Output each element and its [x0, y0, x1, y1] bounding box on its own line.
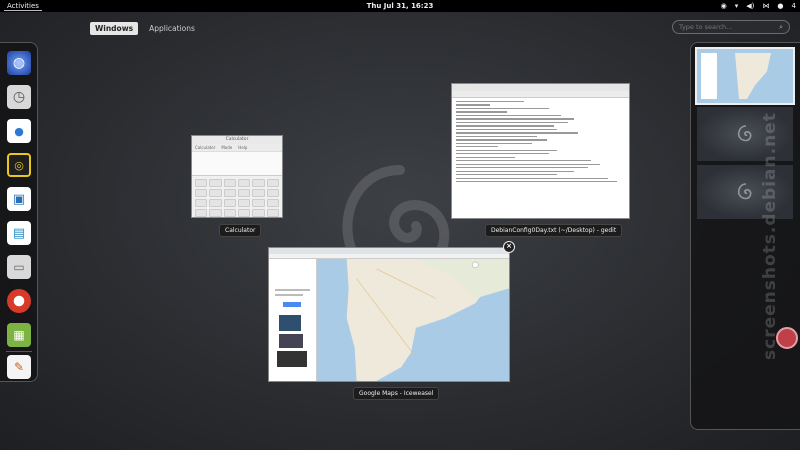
calc-key: [209, 209, 222, 217]
calc-key: [266, 189, 279, 197]
maps-sidebar: [269, 259, 317, 381]
mail-clock-icon[interactable]: ◷: [7, 85, 31, 109]
calculator-menu-mode: Mode: [221, 145, 233, 150]
calculator-icon[interactable]: ▦: [7, 323, 31, 347]
calc-key: [209, 189, 222, 197]
calc-key: [237, 189, 251, 197]
browser-icon[interactable]: ◍: [7, 51, 31, 75]
document-icon[interactable]: ▤: [7, 221, 31, 245]
help-icon[interactable]: [7, 289, 31, 313]
clock[interactable]: Thu Jul 31, 16:23: [0, 1, 800, 11]
debian-swirl-icon: [737, 183, 752, 200]
gedit-text-content: [452, 98, 629, 188]
notification-count[interactable]: 4: [792, 1, 796, 11]
calculator-window-label[interactable]: Calculator: [219, 224, 262, 237]
calc-key: [237, 179, 251, 187]
calc-key: [195, 179, 208, 187]
dash-separator: [6, 351, 32, 352]
gedit-window-thumbnail[interactable]: [451, 83, 630, 219]
calc-key: [223, 179, 236, 187]
calculator-menu-calculator: Calculator: [195, 145, 216, 150]
chat-icon[interactable]: ●: [7, 119, 31, 143]
calculator-keypad: [192, 176, 282, 217]
calc-key: [252, 199, 265, 207]
calc-key: [252, 189, 265, 197]
gedit-window-label[interactable]: DebianConfig0Day.txt (~/Desktop) - gedit: [485, 224, 623, 237]
calc-key: [209, 199, 222, 207]
calc-key: [223, 199, 236, 207]
files-icon[interactable]: ▭: [7, 255, 31, 279]
calc-key: [195, 209, 208, 217]
keyboard-icon[interactable]: ▾: [735, 1, 739, 11]
search-input[interactable]: [679, 23, 774, 31]
view-selector: Windows Applications: [90, 22, 200, 35]
calc-key: [209, 179, 222, 187]
south-america-map: [346, 259, 509, 381]
calc-key: [266, 199, 279, 207]
text-editor-icon[interactable]: ✎: [7, 355, 31, 379]
calc-key: [195, 199, 208, 207]
search-icon: ⌕: [779, 22, 783, 31]
maps-window-label[interactable]: Google Maps - Iceweasel: [353, 387, 440, 400]
top-bar: Activities Thu Jul 31, 16:23 ◉ ▾ ◀) ⋈ ● …: [0, 0, 800, 12]
workspace-1[interactable]: [695, 47, 795, 105]
windows-tab[interactable]: Windows: [90, 22, 139, 35]
calc-key: [266, 179, 279, 187]
calculator-window-thumbnail[interactable]: Calculator Calculator Mode Help: [191, 135, 283, 218]
dash: ◍ ◷ ● ◎ ▣ ▤ ▭ ▦ ✎: [0, 42, 38, 382]
calculator-menu-help: Help: [238, 145, 248, 150]
gedit-toolbar: [452, 91, 629, 98]
close-window-icon[interactable]: ×: [503, 241, 515, 253]
debian-swirl-icon: [737, 125, 752, 142]
calc-key: [195, 189, 208, 197]
gedit-titlebar: [452, 84, 629, 91]
network-icon[interactable]: ⋈: [762, 1, 769, 11]
user-icon[interactable]: ●: [777, 1, 783, 11]
calc-key: [223, 209, 236, 217]
calculator-title: Calculator: [192, 136, 282, 144]
system-tray: ◉ ▾ ◀) ⋈ ● 4: [721, 1, 796, 11]
calc-key: [237, 209, 251, 217]
calc-key: [252, 179, 265, 187]
calculator-menubar: Calculator Mode Help: [192, 144, 282, 152]
maps-window-thumbnail[interactable]: [268, 247, 510, 382]
calculator-display: [192, 152, 282, 176]
accessibility-icon[interactable]: ◉: [721, 1, 727, 11]
calc-key: [252, 209, 265, 217]
calc-key: [237, 199, 251, 207]
maps-map-area[interactable]: [317, 259, 509, 381]
volume-icon[interactable]: ◀): [746, 1, 754, 11]
calc-key: [223, 189, 236, 197]
applications-tab[interactable]: Applications: [144, 22, 200, 35]
search-box[interactable]: ⌕: [672, 20, 790, 34]
music-icon[interactable]: ◎: [7, 153, 31, 177]
photos-icon[interactable]: ▣: [7, 187, 31, 211]
watermark-logo: [776, 327, 798, 349]
calc-key: [266, 209, 279, 217]
